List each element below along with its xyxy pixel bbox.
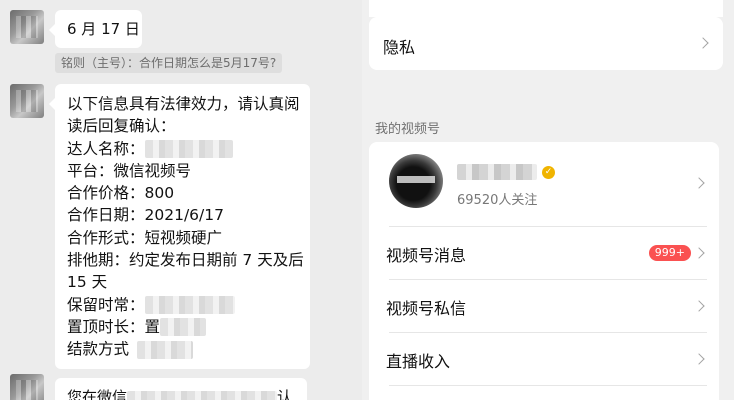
message-line: 达人名称： <box>67 138 300 160</box>
chevron-right-icon <box>693 247 705 259</box>
privacy-row[interactable]: 隐私 <box>369 0 723 70</box>
unread-count-badge: 999+ <box>648 245 691 261</box>
message-text: 您在微信 <box>67 388 128 400</box>
channel-profile-row[interactable]: ✓ 69520人关注 <box>369 142 719 224</box>
row-label: 直播收入 <box>386 352 451 371</box>
chat-panel: 6 月 17 日 铭则（主号）：合作日期怎么是5月17号? 以下信息具有法律效力… <box>0 0 362 400</box>
redacted-blur <box>160 318 207 337</box>
redacted-blur <box>127 390 278 400</box>
settings-panel: 隐私 我的视频号 ✓ 69520人关注 视频号消息 999+ 视频号私信 直播收… <box>362 0 734 400</box>
channel-avatar <box>389 154 443 208</box>
chevron-right-icon <box>697 37 709 49</box>
sender-avatar[interactable] <box>10 10 44 44</box>
channel-private-messages-row[interactable]: 视频号私信 <box>369 280 719 332</box>
chevron-right-icon <box>693 353 705 365</box>
chevron-right-icon <box>693 177 705 189</box>
verified-badge-icon: ✓ <box>542 166 555 179</box>
message-line: 结款方式 <box>67 338 300 360</box>
chevron-right-icon <box>693 300 705 312</box>
message-line: 15 天 <box>67 273 108 292</box>
my-channel-card: ✓ 69520人关注 视频号消息 999+ 视频号私信 直播收入 <box>369 142 719 400</box>
message-line: 合作日期：2021/6/17 <box>67 206 224 225</box>
message-bubble[interactable]: 您在微信 认 <box>55 378 307 400</box>
message-line: 排他期：约定发布日期前 7 天及后 <box>67 251 304 270</box>
section-title: 我的视频号 <box>375 122 441 137</box>
row-label: 视频号私信 <box>386 299 467 318</box>
live-income-row[interactable]: 直播收入 <box>369 333 719 385</box>
message-line: 合作形式：短视频硬广 <box>67 228 223 247</box>
sender-avatar[interactable] <box>10 84 44 118</box>
contract-message-bubble[interactable]: 以下信息具有法律效力，请认真阅 读后回复确认： 达人名称： 平台：微信视频号 合… <box>49 84 310 369</box>
redacted-blur <box>137 340 194 359</box>
message-line: 合作价格：800 <box>67 184 175 203</box>
message-line: 置顶时长：置 <box>67 316 300 338</box>
channel-followers: 69520人关注 <box>457 193 538 208</box>
divider <box>389 385 707 386</box>
message-line: 保留时常： <box>67 294 300 316</box>
message-text: 认 <box>277 388 293 400</box>
sender-avatar[interactable] <box>10 374 44 400</box>
channel-name-redacted <box>457 164 537 180</box>
quoted-reply[interactable]: 铭则（主号）：合作日期怎么是5月17号? <box>55 53 283 73</box>
redacted-blur <box>144 296 235 315</box>
date-message-text: 6 月 17 日 <box>67 20 140 38</box>
message-line: 读后回复确认： <box>67 117 176 136</box>
message-line: 以下信息具有法律效力，请认真阅 <box>67 95 300 113</box>
quoted-reply-text: 铭则（主号）：合作日期怎么是5月17号? <box>61 56 277 70</box>
redacted-blur <box>144 140 233 159</box>
channel-messages-row[interactable]: 视频号消息 999+ <box>369 227 719 279</box>
privacy-label: 隐私 <box>383 38 416 57</box>
message-line: 平台：微信视频号 <box>67 161 192 180</box>
row-label: 视频号消息 <box>386 246 467 265</box>
date-message-bubble[interactable]: 6 月 17 日 <box>49 10 142 48</box>
